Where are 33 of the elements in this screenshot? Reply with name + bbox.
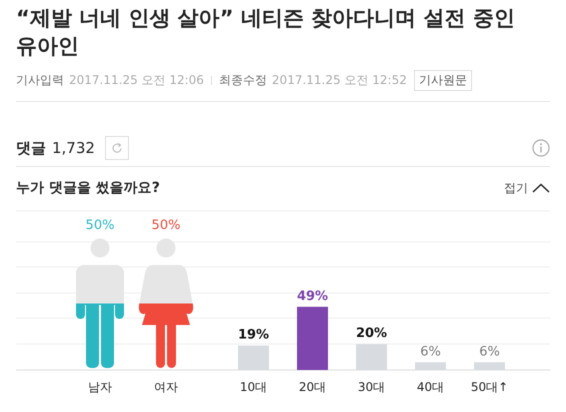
meta-date: 2017.11.25 오전 12:06 (69, 72, 204, 89)
article-title: “제발 너네 인생 살아” 네티즌 찾아다니며 설전 중인 유아인 (16, 5, 516, 60)
bar-value-label: 20% (356, 326, 388, 342)
age-label: 30대 (358, 380, 386, 394)
comment-count: 1,732 (52, 139, 95, 157)
collapse-button[interactable]: 접기 (504, 180, 550, 196)
meta-label: 기사입력 (16, 72, 64, 89)
comment-label: 댓글 (16, 138, 46, 158)
section-title: 누가 댓글을 썼을까요? (16, 179, 160, 197)
info-icon[interactable] (532, 139, 550, 157)
bar-value-label: 19% (238, 328, 270, 342)
gender-label: 남자 (88, 380, 112, 394)
refresh-icon (110, 142, 123, 154)
meta-label: 최종수정 (218, 72, 267, 89)
bar-value-label: 49% (296, 288, 328, 304)
gender-percent: 50% (86, 218, 114, 233)
meta-date: 2017.11.25 오전 12:52 (272, 72, 407, 89)
refresh-button[interactable] (104, 136, 129, 160)
bar-value-label: 6% (420, 344, 441, 360)
bar-value-label: 6% (479, 344, 500, 360)
gender-percent: 50% (152, 218, 180, 233)
age-label: 50대↑ (470, 380, 508, 394)
age-label: 20대 (298, 380, 326, 394)
age-bar (297, 306, 328, 370)
age-bar (238, 346, 269, 370)
age-bar (415, 362, 446, 370)
age-label: 40대 (416, 380, 444, 394)
gender-label: 여자 (154, 380, 178, 394)
age-bar (356, 344, 387, 370)
chevron-up-icon (532, 183, 550, 193)
original-article-button[interactable]: 기사원문 (414, 70, 472, 91)
age-bar (474, 362, 505, 370)
age-label: 10대 (240, 380, 268, 394)
